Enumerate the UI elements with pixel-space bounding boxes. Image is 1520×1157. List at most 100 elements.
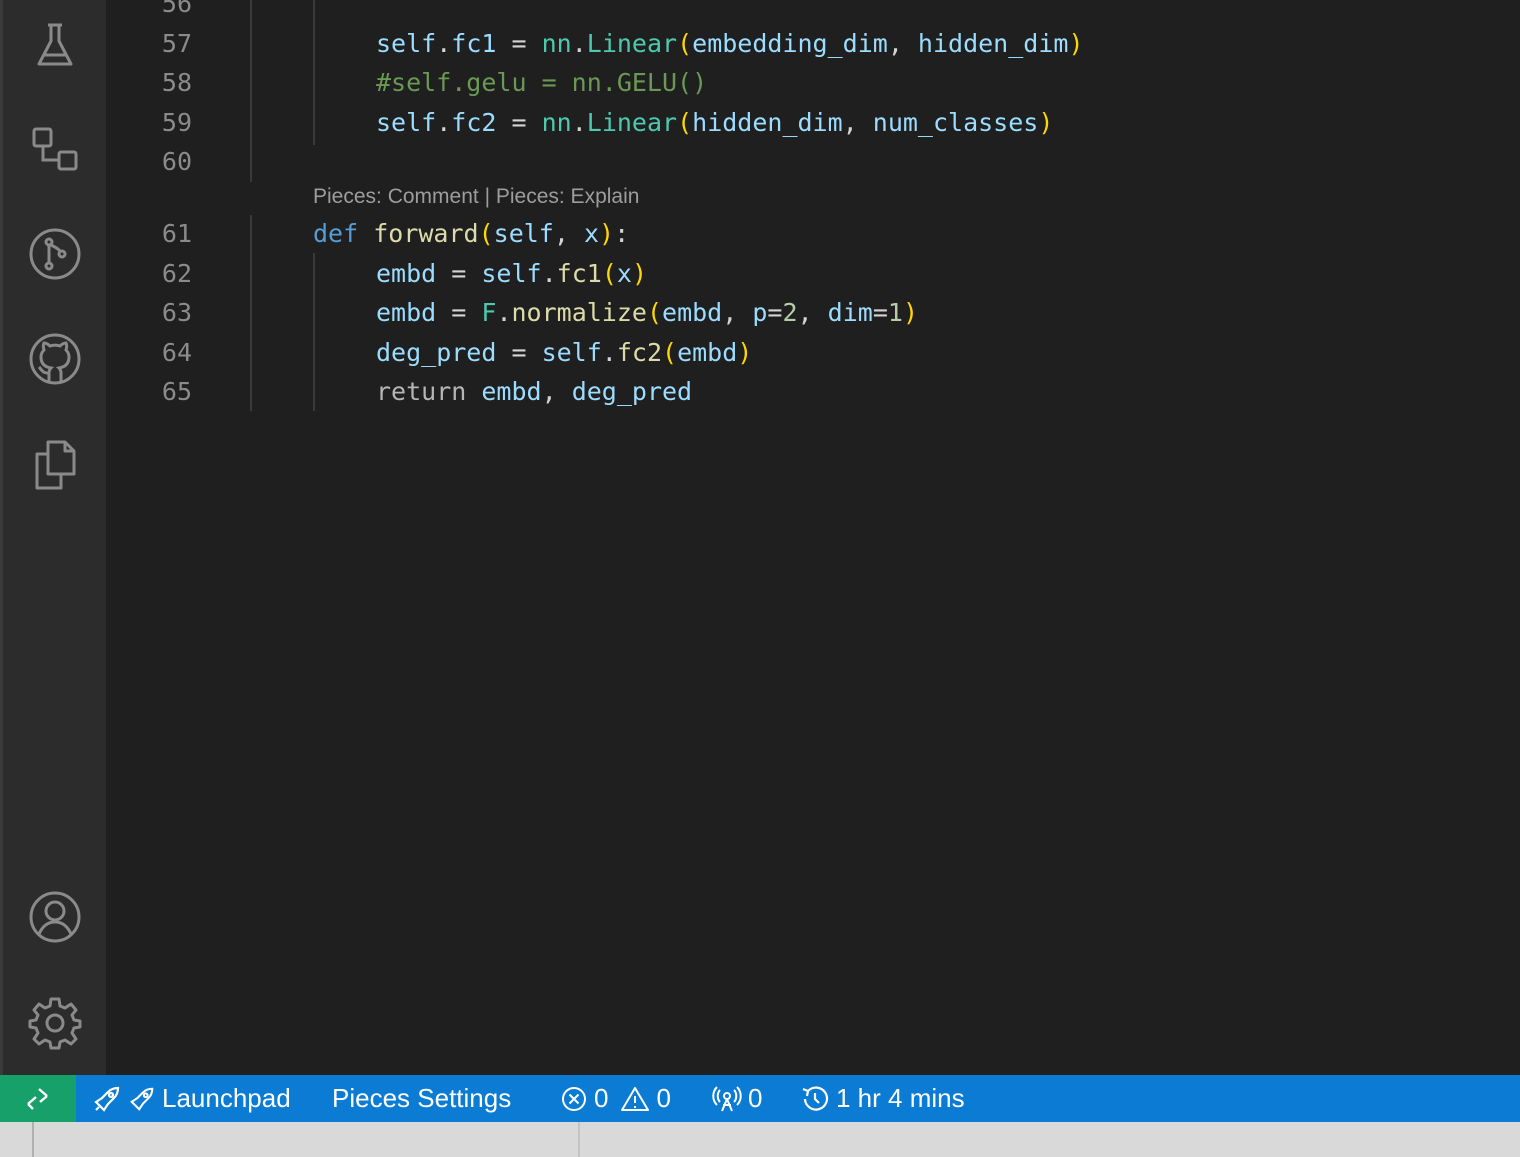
code-token: ( <box>677 29 693 58</box>
code-token: hidden_dim <box>692 108 843 137</box>
code-token: embd <box>677 338 738 367</box>
code-line-61[interactable]: 61 def forward(self, x): <box>106 214 1520 254</box>
code-token: embedding_dim <box>692 29 888 58</box>
launchpad-button[interactable]: Launchpad <box>92 1075 291 1122</box>
code-token: . <box>571 108 587 137</box>
code-token: p <box>752 298 768 327</box>
vscode-window: 56 57 self.fc1 = nn.Linear(embedding_dim, … <box>0 0 1520 1157</box>
pieces-settings-button[interactable]: Pieces Settings <box>332 1075 511 1122</box>
error-count: 0 <box>594 1083 609 1113</box>
code-editor[interactable]: 56 57 self.fc1 = nn.Linear(embedding_dim, … <box>106 0 1520 1075</box>
remote-indicator-button[interactable] <box>0 1075 76 1122</box>
code-token: ) <box>599 219 615 248</box>
code-text: def forward(self, x): <box>313 214 629 254</box>
code-token: return <box>376 377 467 406</box>
code-token: Linear <box>586 108 678 137</box>
code-token: self <box>376 29 437 58</box>
code-token: ) <box>1038 108 1054 137</box>
code-token: : <box>614 219 630 248</box>
line-number: 58 <box>161 68 192 97</box>
code-token: = <box>767 298 783 327</box>
warning-icon <box>621 1086 650 1111</box>
code-text: self.fc1 = nn.Linear(embedding_dim, hidd… <box>376 24 1084 64</box>
code-token: , <box>887 29 918 58</box>
pieces-blocks-icon[interactable] <box>25 120 85 180</box>
code-token: forward <box>373 219 479 248</box>
code-token: hidden_dim <box>917 29 1069 58</box>
code-token: . <box>436 29 452 58</box>
code-token: F <box>481 298 497 327</box>
code-token: , <box>842 108 873 137</box>
code-token: deg_pred <box>571 377 693 406</box>
code-line-64[interactable]: 64 deg_pred = self.fc2(embd) <box>106 333 1520 373</box>
status-bar: Launchpad Pieces Settings 0 0 0 1 hr 4 m… <box>0 1075 1520 1122</box>
code-token: self <box>493 219 554 248</box>
code-token: fc1 <box>451 29 497 58</box>
code-token: dim <box>827 298 873 327</box>
code-token: self <box>541 338 602 367</box>
github-icon[interactable] <box>25 329 85 389</box>
code-token: = <box>496 29 542 58</box>
remote-icon <box>27 1087 48 1110</box>
code-token: self <box>481 259 542 288</box>
broadcast-icon <box>712 1085 742 1111</box>
source-control-icon[interactable] <box>25 224 85 284</box>
code-text: embd = self.fc1(x) <box>376 254 647 294</box>
code-token: normalize <box>511 298 647 327</box>
code-token: , <box>797 298 828 327</box>
code-token: nn <box>541 29 572 58</box>
code-text: #self.gelu = nn.GELU() <box>376 63 707 103</box>
code-line-65[interactable]: 65 return embd, deg_pred <box>106 372 1520 412</box>
code-token: = <box>436 259 482 288</box>
code-text: self.fc2 = nn.Linear(hidden_dim, num_cla… <box>376 103 1053 143</box>
account-icon[interactable] <box>25 887 85 947</box>
history-clock-icon <box>802 1085 829 1111</box>
explorer-copy-icon[interactable] <box>25 434 85 494</box>
launchpad-label: Launchpad <box>162 1083 291 1113</box>
line-number: 61 <box>161 219 192 248</box>
problems-indicator[interactable]: 0 0 <box>560 1075 671 1122</box>
code-token: = <box>496 108 542 137</box>
code-token: deg_pred <box>376 338 497 367</box>
code-line-62[interactable]: 62 embd = self.fc1(x) <box>106 254 1520 294</box>
time-label: 1 hr 4 mins <box>836 1083 965 1113</box>
code-token: . <box>571 29 587 58</box>
pieces-codelens: Pieces: Comment | Pieces: Explain <box>313 180 639 214</box>
warning-count: 0 <box>656 1083 671 1113</box>
line-number: 56 <box>161 0 192 18</box>
settings-gear-icon[interactable] <box>25 992 85 1052</box>
rocket-outline-icon <box>130 1087 154 1111</box>
code-token: . <box>436 108 452 137</box>
code-token: def <box>313 219 359 248</box>
code-token: = <box>872 298 888 327</box>
pieces-explain-link[interactable]: Pieces: Explain <box>496 185 640 208</box>
line-number: 65 <box>161 377 192 406</box>
code-token: embd <box>376 259 437 288</box>
code-line-56[interactable]: 56 <box>106 0 1520 24</box>
line-number: 64 <box>161 338 192 367</box>
code-token: ( <box>677 108 693 137</box>
codelens-separator: | <box>478 185 496 208</box>
code-token: ( <box>478 219 494 248</box>
testing-flask-icon[interactable] <box>25 15 85 75</box>
code-line-57[interactable]: 57 self.fc1 = nn.Linear(embedding_dim, hi… <box>106 24 1520 64</box>
code-text: embd = F.normalize(embd, p=2, dim=1) <box>376 293 918 333</box>
code-token: Linear <box>586 29 678 58</box>
code-line-60[interactable]: 60 <box>106 142 1520 182</box>
code-token: fc2 <box>616 338 663 367</box>
code-line-59[interactable]: 59 self.fc2 = nn.Linear(hidden_dim, num_c… <box>106 103 1520 143</box>
window-bottom-edge <box>0 1122 1520 1157</box>
code-token: ) <box>631 259 647 288</box>
code-line-63[interactable]: 63 embd = F.normalize(embd, p=2, dim=1) <box>106 293 1520 333</box>
code-token: , <box>722 298 753 327</box>
pieces-comment-link[interactable]: Pieces: Comment <box>313 185 479 208</box>
time-tracker[interactable]: 1 hr 4 mins <box>800 1075 965 1122</box>
ports-indicator[interactable]: 0 <box>712 1075 762 1122</box>
code-text: return embd, deg_pred <box>376 372 692 412</box>
error-icon <box>562 1086 586 1111</box>
code-token: ) <box>902 298 918 327</box>
code-line-58[interactable]: 58 #self.gelu = nn.GELU() <box>106 63 1520 103</box>
line-number: 62 <box>161 259 192 288</box>
